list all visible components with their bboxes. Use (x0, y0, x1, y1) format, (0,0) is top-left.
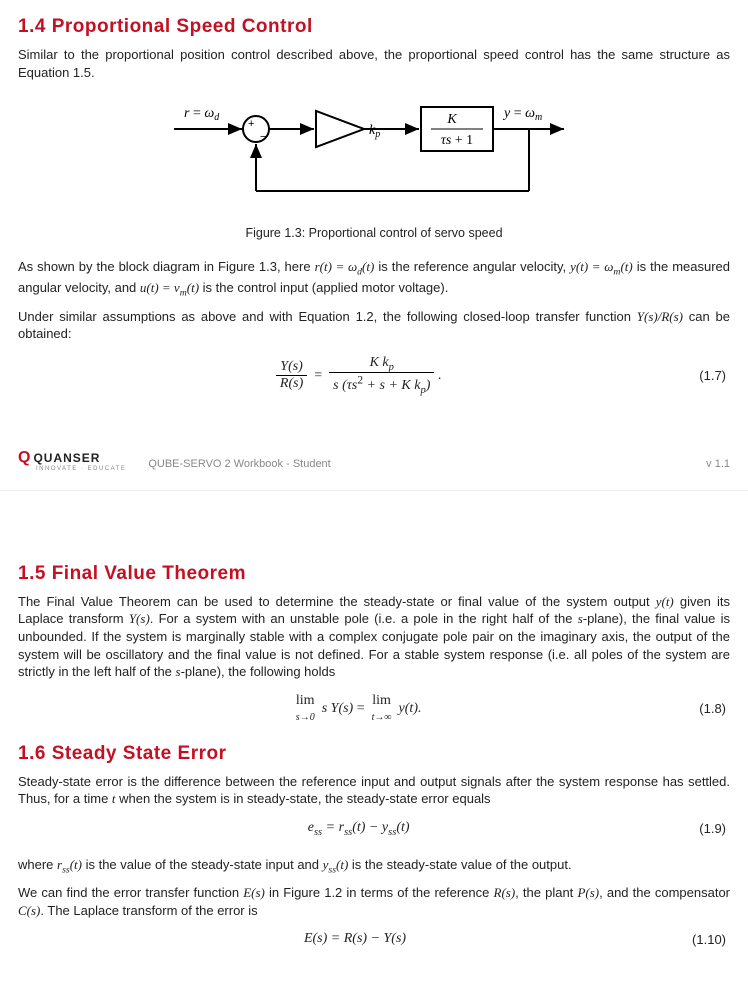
eq-num-1-7: (1.7) (699, 368, 730, 383)
caption-1-3: Figure 1.3: Proportional control of serv… (18, 226, 730, 240)
para-1-6c: We can find the error transfer function … (18, 884, 730, 919)
equation-1-9: ess = rss(t) − yss(t) (1.9) (18, 820, 730, 838)
para-1-4a: As shown by the block diagram in Figure … (18, 258, 730, 300)
eq-num-1-8: (1.8) (699, 701, 730, 716)
gain-block (316, 111, 364, 147)
figure-1-3: r = ωd + − kp K τs + 1 (18, 99, 730, 212)
label-y: y = ωm (502, 106, 542, 123)
brand-tagline: INNOVATE · EDUCATE (36, 466, 126, 472)
brand-name: QUANSER (33, 452, 100, 464)
heading-1-5: 1.5 Final Value Theorem (18, 563, 730, 585)
para-1-4b: Under similar assumptions as above and w… (18, 308, 730, 343)
page-break (0, 490, 748, 547)
para-1-6b: where rss(t) is the value of the steady-… (18, 856, 730, 877)
para-1-5: The Final Value Theorem can be used to d… (18, 593, 730, 681)
sign-minus: − (260, 131, 266, 143)
page-lower: 1.5 Final Value Theorem The Final Value … (0, 547, 748, 995)
footer-doc-title: QUBE-SERVO 2 Workbook - Student (148, 458, 330, 472)
eq-num-1-9: (1.9) (699, 821, 730, 836)
heading-1-6: 1.6 Steady State Error (18, 743, 730, 765)
label-kp: kp (369, 123, 380, 140)
plant-num: K (446, 112, 457, 127)
equation-1-10: E(s) = R(s) − Y(s) (1.10) (18, 931, 730, 947)
brand-logo: Q QUANSER INNOVATE · EDUCATE (18, 450, 126, 472)
eq-1-7-period: . (438, 368, 442, 383)
equation-1-8: lim s→0 s Y(s) = lim t→∞ y(t). (1.8) (18, 693, 730, 725)
heading-1-4: 1.4 Proportional Speed Control (18, 16, 730, 38)
page-footer: Q QUANSER INNOVATE · EDUCATE QUBE-SERVO … (0, 444, 748, 490)
footer-version: v 1.1 (706, 458, 730, 472)
para-1-4-intro: Similar to the proportional position con… (18, 46, 730, 81)
equation-1-7: Y(s) R(s) = K kp s (τs2 + s + K kp) . (1… (18, 355, 730, 396)
quanser-q-icon: Q (18, 450, 30, 466)
sign-plus: + (248, 118, 254, 130)
eq-num-1-10: (1.10) (692, 932, 730, 947)
block-diagram-svg: r = ωd + − kp K τs + 1 (164, 99, 584, 209)
label-r: r = ωd (184, 106, 220, 123)
para-1-6a: Steady-state error is the difference bet… (18, 773, 730, 808)
page-upper: 1.4 Proportional Speed Control Similar t… (0, 0, 748, 444)
plant-den: τs + 1 (441, 133, 473, 148)
